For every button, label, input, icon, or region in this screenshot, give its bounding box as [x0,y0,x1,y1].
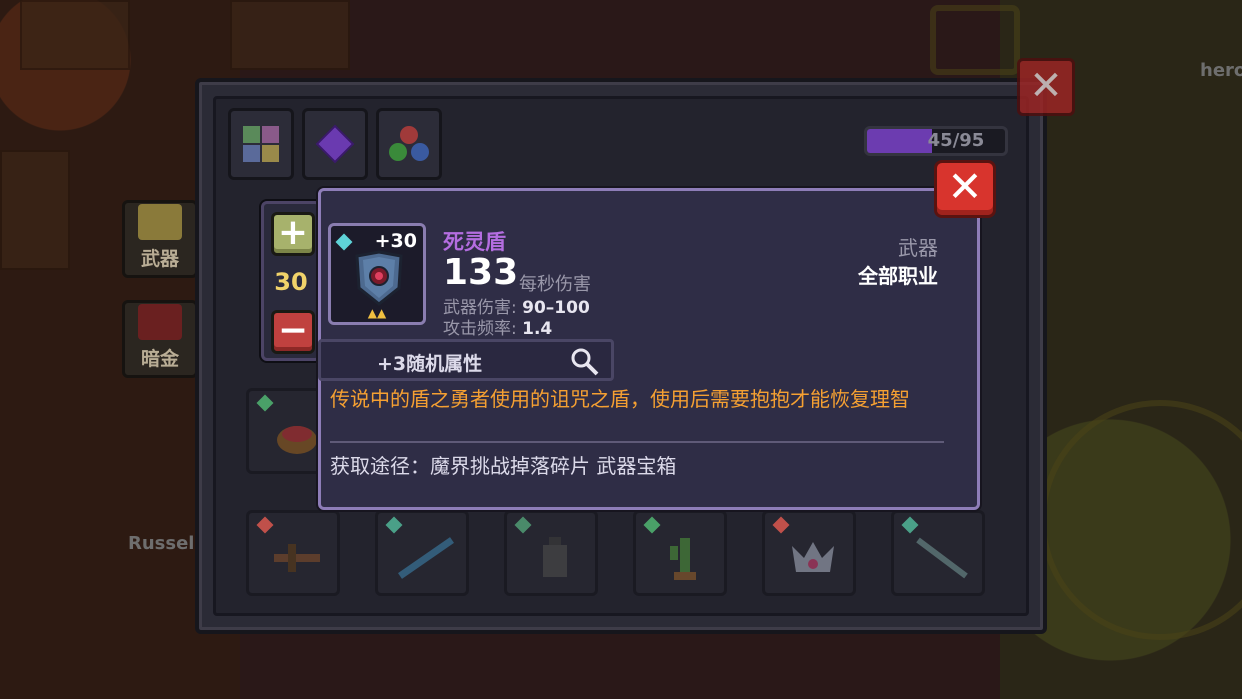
purple-gem-icon [315,124,355,164]
item-source: 获取途径：魔界挑战掉落碎片 武器宝箱 [330,454,677,478]
weapon-icon [138,204,182,240]
inventory-slot[interactable] [891,510,985,596]
item-icon-frame: +30 ▲▲ [328,223,426,325]
cactus-icon [654,533,714,583]
capacity-text: 45/95 [927,130,985,151]
crown-icon [783,533,843,583]
rarity-gem [643,516,661,534]
rarity-gem [256,516,274,534]
background-ring [930,5,1020,75]
item-rate-stat: 攻击频率: 1.4 [443,314,552,339]
crossbow-icon [267,533,327,583]
background-ring [1040,400,1242,640]
filter-all-button[interactable] [228,108,294,180]
inventory-slot[interactable] [375,510,469,596]
quantity-minus-button[interactable]: − [271,310,315,354]
inventory-slot[interactable] [633,510,727,596]
background-tile [20,0,130,70]
item-class: 全部职业 [858,264,938,288]
rarity-gem [514,516,532,534]
filter-gem-button[interactable] [302,108,368,180]
quantity-stepper: + 30 − [261,201,321,361]
background-tile [0,150,70,270]
magnifier-icon [571,348,599,376]
rifle-icon [396,533,456,583]
rarity-gem [335,233,353,251]
item-stars: ▲▲ [367,306,387,320]
blade-icon [912,533,972,583]
material-orbs-icon [389,126,429,161]
item-dps-value: 133 [443,252,519,293]
inventory-close-button[interactable]: ✕ [1017,58,1075,116]
side-tab-label: 暗金 [140,348,179,370]
side-tab-dark-gold[interactable]: 暗金 [122,300,198,378]
inventory-slot[interactable] [504,510,598,596]
rarity-gem [772,516,790,534]
all-items-grid-icon [243,126,279,162]
rarity-gem [901,516,919,534]
item-type: 武器 [898,236,938,260]
popup-divider [330,441,944,443]
item-description: 传说中的盾之勇者使用的诅咒之盾，使用后需要抱抱才能恢复理智 [330,387,910,411]
quantity-value: 30 [274,268,308,296]
lantern-icon [525,533,585,583]
shield-icon [355,250,403,306]
random-attribute-label: +3随机属性 [377,353,483,375]
side-tab-label: 武器 [140,248,179,270]
background-tile [230,0,350,70]
rarity-gem [385,516,403,534]
item-level: +30 [374,230,417,252]
inventory-slot[interactable] [762,510,856,596]
rate-label: 攻击频率: [443,319,517,339]
npc-name: Russel [128,533,195,554]
popup-close-button[interactable]: ✕ [934,160,996,218]
inventory-slot[interactable] [246,510,340,596]
quantity-plus-button[interactable]: + [271,212,315,256]
filter-material-button[interactable] [376,108,442,180]
side-tab-weapon[interactable]: 武器 [122,200,198,278]
corner-label: hero [1200,60,1242,81]
dark-gold-icon [138,304,182,340]
rate-value: 1.4 [522,319,553,339]
random-attribute-box[interactable]: +3随机属性 [318,339,614,381]
rarity-gem [256,394,274,412]
inventory-capacity: 45/95 [864,126,1008,156]
